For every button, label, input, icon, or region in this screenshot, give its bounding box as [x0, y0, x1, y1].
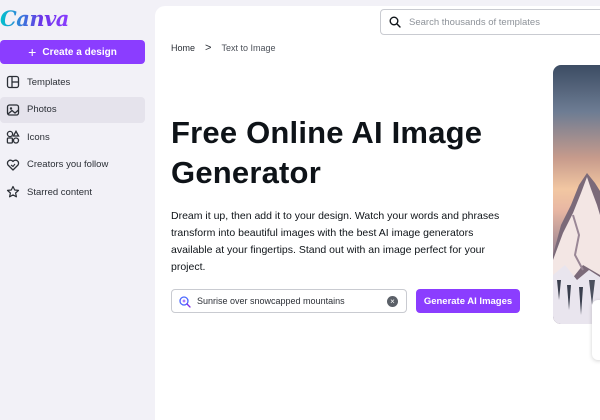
sidebar-nav: Templates Photos Icons Creators you foll…: [0, 69, 145, 207]
star-icon: [6, 185, 20, 199]
create-design-button[interactable]: + Create a design: [0, 40, 145, 64]
page-title: Free Online AI Image Generator: [171, 115, 483, 190]
sidebar-item-label: Starred content: [27, 186, 92, 198]
floating-card-edge: [592, 300, 600, 360]
sidebar-item-label: Creators you follow: [27, 159, 109, 170]
search-bar[interactable]: Search thousands of templates: [380, 9, 600, 35]
prompt-input[interactable]: Sunrise over snowcapped mountains ×: [171, 289, 407, 313]
generate-ai-images-button[interactable]: Generate AI Images: [416, 289, 520, 313]
sidebar-item-label: Icons: [27, 131, 50, 143]
breadcrumb: Home > Text to Image: [171, 42, 275, 54]
search-placeholder: Search thousands of templates: [409, 16, 540, 28]
search-icon: [389, 16, 401, 28]
heart-icon: [6, 158, 20, 172]
templates-icon: [6, 75, 20, 89]
sidebar-item-photos[interactable]: Photos: [0, 96, 145, 123]
chevron-right-icon: >: [205, 42, 212, 54]
icons-icon: [6, 130, 20, 144]
ai-sparkle-search-icon: [179, 295, 191, 308]
canva-logo[interactable]: Canva: [0, 6, 69, 36]
page-description: Dream it up, then add it to your design.…: [171, 210, 500, 273]
sidebar-item-creators[interactable]: Creators you follow: [0, 152, 145, 178]
sidebar-item-templates[interactable]: Templates: [0, 69, 145, 95]
sidebar: Canva + Create a design Templates Photos…: [0, 0, 155, 420]
sidebar-item-icons[interactable]: Icons: [0, 124, 145, 150]
photos-icon: [6, 103, 20, 117]
sidebar-item-label: Templates: [27, 76, 71, 88]
clear-icon[interactable]: ×: [387, 296, 398, 307]
plus-icon: +: [28, 44, 37, 60]
create-design-label: Create a design: [42, 46, 117, 58]
prompt-input-value: Sunrise over snowcapped mountains: [197, 296, 345, 306]
hero-image: [553, 65, 600, 324]
breadcrumb-current: Text to Image: [221, 43, 276, 53]
sidebar-item-label: Photos: [27, 104, 57, 115]
sidebar-item-starred[interactable]: Starred content: [0, 179, 145, 205]
breadcrumb-home-link[interactable]: Home: [171, 43, 195, 53]
